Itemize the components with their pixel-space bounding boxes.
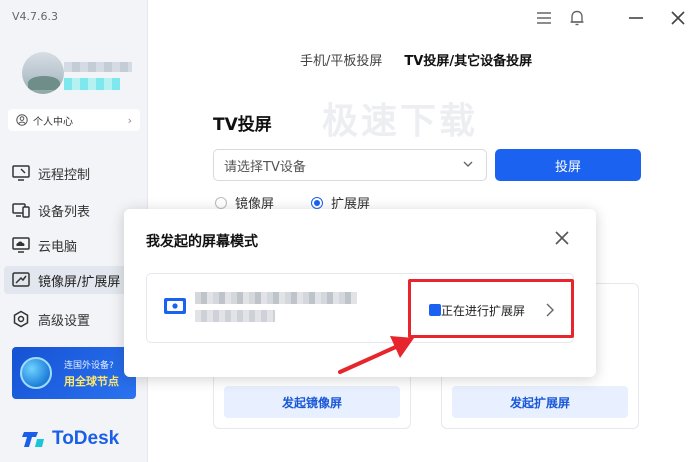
user-icon [16, 114, 28, 126]
sidebar-item-label: 远程控制 [38, 167, 91, 183]
sidebar-item-label: 镜像屏/扩展屏 [38, 274, 121, 290]
promo-line-1: 连国外设备? [64, 361, 114, 371]
screen-extend-icon [12, 271, 30, 289]
monitor-icon [12, 164, 30, 182]
avatar[interactable] [22, 52, 64, 94]
menu-icon[interactable] [534, 8, 554, 28]
promo-line-2: 用全球节点 [64, 375, 119, 388]
annotation-arrow-icon [338, 336, 414, 374]
sidebar-item-screen-extend[interactable]: 镜像屏/扩展屏 [4, 266, 144, 294]
start-mirror-button[interactable]: 发起镜像屏 [224, 386, 400, 418]
chevron-down-icon [462, 158, 474, 174]
tab-phone-tablet-cast[interactable]: 手机/平板投屏 [300, 50, 382, 69]
cast-mode-tabs: 手机/平板投屏 TV投屏/其它设备投屏 [300, 50, 532, 69]
tv-cast-title: TV投屏 [213, 115, 272, 135]
cloud-pc-icon [12, 236, 30, 254]
sidebar-item-label: 设备列表 [38, 204, 91, 220]
tv-device-select[interactable]: 请选择TV设备 [213, 149, 487, 181]
personal-center-label: 个人中心 [33, 116, 73, 128]
settings-icon [12, 310, 30, 328]
close-icon[interactable] [554, 230, 570, 246]
chevron-right-icon: › [127, 113, 132, 127]
logo-text: ToDesk [52, 428, 120, 449]
tab-tv-other-cast[interactable]: TV投屏/其它设备投屏 [404, 50, 532, 69]
sidebar-item-advanced-settings[interactable]: 高级设置 [4, 305, 144, 333]
todesk-logo-icon [22, 429, 46, 449]
todesk-logo: ToDesk [22, 428, 119, 450]
global-node-promo-banner[interactable]: 连国外设备? 用全球节点 [12, 347, 136, 399]
radio-dot [215, 196, 227, 209]
tv-device-placeholder: 请选择TV设备 [224, 159, 306, 175]
dialog-title: 我发起的屏幕模式 [146, 234, 258, 250]
bell-icon[interactable] [567, 8, 587, 28]
sidebar-item-cloud-pc[interactable]: 云电脑 [4, 231, 144, 259]
sidebar-item-device-list[interactable]: 设备列表 [4, 196, 144, 224]
cast-button[interactable]: 投屏 [495, 149, 641, 181]
start-extend-button[interactable]: 发起扩展屏 [452, 386, 628, 418]
devices-icon [12, 201, 30, 219]
globe-icon [20, 357, 52, 389]
annotation-highlight-box [408, 279, 574, 338]
sidebar-item-remote-control[interactable]: 远程控制 [4, 159, 144, 187]
close-window-icon[interactable] [668, 8, 688, 28]
app-version: V4.7.6.3 [12, 10, 59, 23]
watermark-text: 极速下载 [322, 101, 479, 142]
device-name-blurred [195, 292, 357, 304]
username-blurred [64, 62, 132, 72]
user-id-blurred [64, 78, 120, 90]
sidebar-item-label: 高级设置 [38, 313, 91, 329]
tv-device-icon [164, 298, 186, 314]
device-id-blurred [195, 310, 275, 322]
sidebar-item-label: 云电脑 [38, 239, 78, 255]
minimize-icon[interactable] [626, 8, 646, 28]
personal-center-button[interactable]: 个人中心 › [8, 109, 140, 131]
radio-dot-selected [311, 196, 323, 209]
